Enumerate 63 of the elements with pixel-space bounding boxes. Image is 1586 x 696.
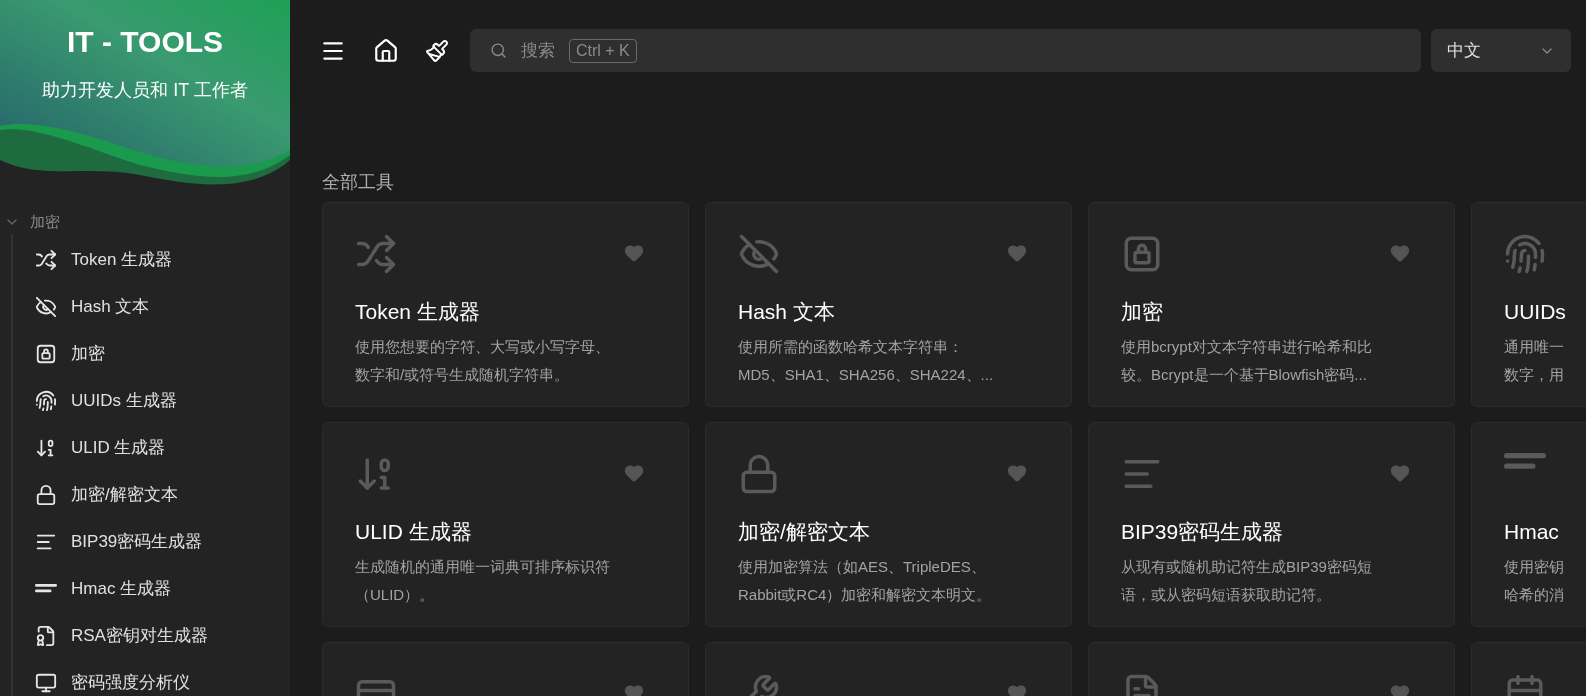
tool-description: 从现有或随机助记符生成BIP39密码短 语，或从密码短语获取助记符。 [1121,557,1372,605]
search-placeholder: 搜索 [521,39,555,62]
home-button[interactable] [372,36,400,65]
shuffle-icon [355,233,397,275]
heart-icon[interactable] [1390,243,1410,263]
language-select[interactable]: 中文 [1431,29,1571,72]
heart-icon[interactable] [624,243,644,263]
tool-description: 使用您想要的字符、大写或小写字母、 数字和/或符号生成随机字符串。 [355,337,610,385]
shuffle-icon [35,248,57,271]
tool-title: ULID 生成器 [355,519,472,545]
sidebar-item[interactable]: BIP39密码生成器 [35,518,290,565]
lines-icon [1504,453,1546,469]
tool-description: 生成随机的通用唯一词典可排序标识符 （ULID）。 [355,557,610,605]
heart-icon[interactable] [1007,243,1027,263]
tool-card[interactable]: Hash 文本 使用所需的函数哈希文本字符串： MD5、SHA1、SHA256、SHA224、... [705,202,1072,407]
sidebar-item[interactable]: RSA密钥对生成器 [35,612,290,659]
paintbrush-button[interactable] [424,37,450,64]
tool-title: Token 生成器 [355,299,480,325]
tool-title: UUIDs [1504,299,1566,325]
tool-card[interactable]: Token 生成器 使用您想要的字符、大写或小写字母、 数字和/或符号生成随机字符串。 [322,202,689,407]
fingerprint-icon [1504,233,1546,275]
sidebar-item[interactable]: Hmac 生成器 [35,565,290,612]
shortcut-hint: Ctrl + K [569,38,637,63]
sidebar-item[interactable]: UUIDs 生成器 [35,377,290,424]
heart-icon[interactable] [624,463,644,483]
sidebar-item[interactable]: Token 生成器 [35,236,290,283]
certificate-icon [35,624,57,647]
tool-description: 使用所需的函数哈希文本字符串： MD5、SHA1、SHA256、SHA224、... [738,337,994,385]
tool-description: 通用唯一 数字，用 [1504,337,1564,385]
lock-icon [35,342,57,365]
tool-title: 加密/解密文本 [738,519,870,545]
fingerprint-icon [35,389,57,412]
category-toggle[interactable]: 加密 [0,210,290,234]
app-title[interactable]: IT - TOOLS [66,22,224,62]
search-field[interactable]: 搜索 Ctrl + K [470,29,1421,72]
tool-card[interactable]: UUIDs 通用唯一 数字，用 [1471,202,1586,407]
tool-card[interactable]: 加密/解密文本 使用加密算法（如AES、TripleDES、 Rabbit或RC4）加密和解密文本明文。 [705,422,1072,627]
sidebar-item[interactable]: 加密 [35,330,290,377]
tool-card[interactable]: BIP39密码生成器 从现有或随机助记符生成BIP39密码短 语，或从密码短语获取助记符。 [1088,422,1455,627]
sidebar-item[interactable]: 密码强度分析仪 [35,659,290,696]
section-title: 全部工具 [322,171,394,194]
tool-description: 使用bcrypt对文本字符串进行哈希和比 较。Bcrypt是一个基于Blowfish密码... [1121,337,1372,385]
tool-title: BIP39密码生成器 [1121,519,1284,545]
tool-card[interactable]: 加密 使用bcrypt对文本字符串进行哈希和比 较。Bcrypt是一个基于Blowfish密码... [1088,202,1455,407]
search-icon [490,42,507,59]
tool-title: Hmac [1504,519,1559,545]
tool-title: 加密 [1121,299,1163,325]
monitor-icon [35,671,57,694]
heart-icon[interactable] [1390,463,1410,483]
lock-icon [35,483,57,506]
tool-title: Hash 文本 [738,299,835,325]
eye-off-icon [738,233,780,275]
sidebar-item[interactable]: 加密/解密文本 [35,471,290,518]
eye-off-icon [35,295,57,318]
lines-icon [35,584,57,593]
tool-description: 使用加密算法（如AES、TripleDES、 Rabbit或RC4）加密和解密文本明文。 [738,557,992,605]
heart-icon[interactable] [1007,463,1027,483]
sidebar-item[interactable]: Hash 文本 [35,283,290,330]
sidebar-item[interactable]: ULID 生成器 [35,424,290,471]
tool-card[interactable]: ULID 生成器 生成随机的通用唯一词典可排序标识符 （ULID）。 [322,422,689,627]
tool-description: 使用密钥 哈希的消 [1504,557,1564,605]
tool-card[interactable]: Hmac 使用密钥 哈希的消 [1471,422,1586,627]
app-subtitle: 助力开发人员和 IT 工作者 [42,79,248,102]
